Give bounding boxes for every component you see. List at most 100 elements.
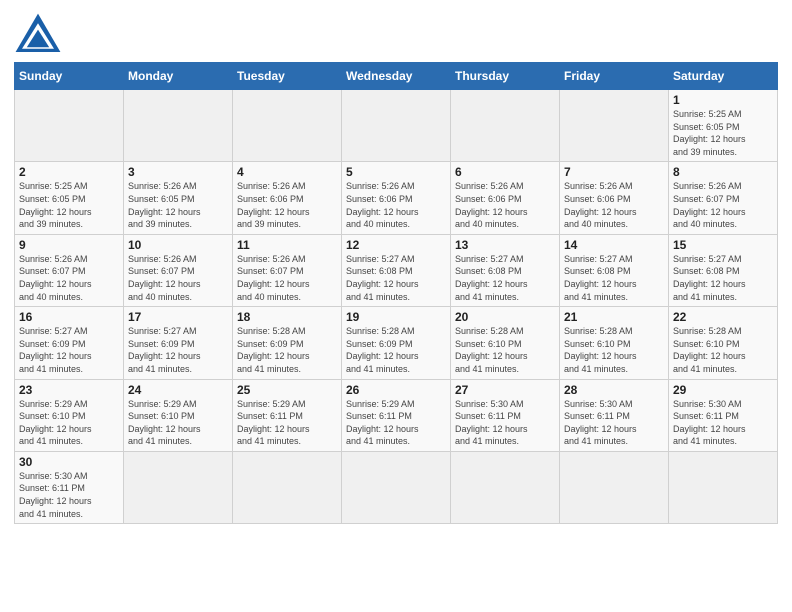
calendar-cell xyxy=(560,90,669,162)
day-info: Sunrise: 5:26 AM Sunset: 6:05 PM Dayligh… xyxy=(128,180,228,230)
day-number: 4 xyxy=(237,165,337,179)
day-info: Sunrise: 5:29 AM Sunset: 6:11 PM Dayligh… xyxy=(237,398,337,448)
day-number: 19 xyxy=(346,310,446,324)
day-info: Sunrise: 5:26 AM Sunset: 6:07 PM Dayligh… xyxy=(19,253,119,303)
week-row-1: 2Sunrise: 5:25 AM Sunset: 6:05 PM Daylig… xyxy=(15,162,778,234)
calendar-cell: 17Sunrise: 5:27 AM Sunset: 6:09 PM Dayli… xyxy=(124,307,233,379)
day-info: Sunrise: 5:27 AM Sunset: 6:08 PM Dayligh… xyxy=(346,253,446,303)
calendar-cell: 21Sunrise: 5:28 AM Sunset: 6:10 PM Dayli… xyxy=(560,307,669,379)
calendar-cell: 26Sunrise: 5:29 AM Sunset: 6:11 PM Dayli… xyxy=(342,379,451,451)
day-number: 6 xyxy=(455,165,555,179)
page: SundayMondayTuesdayWednesdayThursdayFrid… xyxy=(0,0,792,612)
day-number: 20 xyxy=(455,310,555,324)
calendar-cell xyxy=(342,90,451,162)
day-info: Sunrise: 5:26 AM Sunset: 6:06 PM Dayligh… xyxy=(237,180,337,230)
day-number: 5 xyxy=(346,165,446,179)
day-number: 27 xyxy=(455,383,555,397)
day-info: Sunrise: 5:28 AM Sunset: 6:09 PM Dayligh… xyxy=(237,325,337,375)
day-info: Sunrise: 5:25 AM Sunset: 6:05 PM Dayligh… xyxy=(673,108,773,158)
calendar-cell xyxy=(560,451,669,523)
calendar-cell: 12Sunrise: 5:27 AM Sunset: 6:08 PM Dayli… xyxy=(342,234,451,306)
calendar-cell xyxy=(15,90,124,162)
calendar-cell: 19Sunrise: 5:28 AM Sunset: 6:09 PM Dayli… xyxy=(342,307,451,379)
day-info: Sunrise: 5:27 AM Sunset: 6:09 PM Dayligh… xyxy=(128,325,228,375)
days-of-week-row: SundayMondayTuesdayWednesdayThursdayFrid… xyxy=(15,63,778,90)
day-info: Sunrise: 5:30 AM Sunset: 6:11 PM Dayligh… xyxy=(564,398,664,448)
day-number: 24 xyxy=(128,383,228,397)
day-info: Sunrise: 5:29 AM Sunset: 6:10 PM Dayligh… xyxy=(128,398,228,448)
day-header-thursday: Thursday xyxy=(451,63,560,90)
day-info: Sunrise: 5:25 AM Sunset: 6:05 PM Dayligh… xyxy=(19,180,119,230)
calendar-cell: 1Sunrise: 5:25 AM Sunset: 6:05 PM Daylig… xyxy=(669,90,778,162)
day-number: 1 xyxy=(673,93,773,107)
day-number: 3 xyxy=(128,165,228,179)
day-info: Sunrise: 5:30 AM Sunset: 6:11 PM Dayligh… xyxy=(673,398,773,448)
day-number: 23 xyxy=(19,383,119,397)
day-header-tuesday: Tuesday xyxy=(233,63,342,90)
day-info: Sunrise: 5:26 AM Sunset: 6:06 PM Dayligh… xyxy=(346,180,446,230)
day-info: Sunrise: 5:27 AM Sunset: 6:08 PM Dayligh… xyxy=(673,253,773,303)
day-info: Sunrise: 5:26 AM Sunset: 6:07 PM Dayligh… xyxy=(237,253,337,303)
calendar-cell: 9Sunrise: 5:26 AM Sunset: 6:07 PM Daylig… xyxy=(15,234,124,306)
calendar-cell: 8Sunrise: 5:26 AM Sunset: 6:07 PM Daylig… xyxy=(669,162,778,234)
calendar-cell xyxy=(451,451,560,523)
calendar-cell: 6Sunrise: 5:26 AM Sunset: 6:06 PM Daylig… xyxy=(451,162,560,234)
day-info: Sunrise: 5:28 AM Sunset: 6:10 PM Dayligh… xyxy=(455,325,555,375)
day-info: Sunrise: 5:27 AM Sunset: 6:08 PM Dayligh… xyxy=(564,253,664,303)
day-info: Sunrise: 5:29 AM Sunset: 6:11 PM Dayligh… xyxy=(346,398,446,448)
day-number: 2 xyxy=(19,165,119,179)
day-number: 22 xyxy=(673,310,773,324)
calendar-cell: 13Sunrise: 5:27 AM Sunset: 6:08 PM Dayli… xyxy=(451,234,560,306)
day-info: Sunrise: 5:30 AM Sunset: 6:11 PM Dayligh… xyxy=(455,398,555,448)
calendar-cell: 30Sunrise: 5:30 AM Sunset: 6:11 PM Dayli… xyxy=(15,451,124,523)
calendar-cell: 11Sunrise: 5:26 AM Sunset: 6:07 PM Dayli… xyxy=(233,234,342,306)
day-number: 10 xyxy=(128,238,228,252)
calendar-cell: 5Sunrise: 5:26 AM Sunset: 6:06 PM Daylig… xyxy=(342,162,451,234)
logo-icon xyxy=(14,10,62,58)
calendar-cell: 25Sunrise: 5:29 AM Sunset: 6:11 PM Dayli… xyxy=(233,379,342,451)
day-info: Sunrise: 5:28 AM Sunset: 6:10 PM Dayligh… xyxy=(673,325,773,375)
logo xyxy=(14,10,66,58)
day-info: Sunrise: 5:26 AM Sunset: 6:07 PM Dayligh… xyxy=(128,253,228,303)
calendar-cell xyxy=(342,451,451,523)
day-number: 8 xyxy=(673,165,773,179)
calendar-cell: 15Sunrise: 5:27 AM Sunset: 6:08 PM Dayli… xyxy=(669,234,778,306)
week-row-0: 1Sunrise: 5:25 AM Sunset: 6:05 PM Daylig… xyxy=(15,90,778,162)
week-row-4: 23 Sunrise: 5:29 AM Sunset: 6:10 PM Dayli… xyxy=(15,379,778,451)
day-header-sunday: Sunday xyxy=(15,63,124,90)
day-number: 17 xyxy=(128,310,228,324)
day-number: 30 xyxy=(19,455,119,469)
week-row-2: 9Sunrise: 5:26 AM Sunset: 6:07 PM Daylig… xyxy=(15,234,778,306)
calendar-body: 1Sunrise: 5:25 AM Sunset: 6:05 PM Daylig… xyxy=(15,90,778,524)
day-number: 15 xyxy=(673,238,773,252)
day-info: Sunrise: 5:30 AM Sunset: 6:11 PM Dayligh… xyxy=(19,470,119,520)
calendar-cell: 22Sunrise: 5:28 AM Sunset: 6:10 PM Dayli… xyxy=(669,307,778,379)
header xyxy=(14,10,778,58)
day-number: 13 xyxy=(455,238,555,252)
calendar-cell xyxy=(233,90,342,162)
calendar-header: SundayMondayTuesdayWednesdayThursdayFrid… xyxy=(15,63,778,90)
calendar-cell: 4Sunrise: 5:26 AM Sunset: 6:06 PM Daylig… xyxy=(233,162,342,234)
calendar-cell xyxy=(124,451,233,523)
calendar-cell: 14Sunrise: 5:27 AM Sunset: 6:08 PM Dayli… xyxy=(560,234,669,306)
calendar-cell: 20Sunrise: 5:28 AM Sunset: 6:10 PM Dayli… xyxy=(451,307,560,379)
calendar-cell: 10Sunrise: 5:26 AM Sunset: 6:07 PM Dayli… xyxy=(124,234,233,306)
day-info: Sunrise: 5:26 AM Sunset: 6:06 PM Dayligh… xyxy=(564,180,664,230)
day-number: 29 xyxy=(673,383,773,397)
day-info: Sunrise: 5:26 AM Sunset: 6:06 PM Dayligh… xyxy=(455,180,555,230)
week-row-3: 16Sunrise: 5:27 AM Sunset: 6:09 PM Dayli… xyxy=(15,307,778,379)
day-number: 26 xyxy=(346,383,446,397)
week-row-5: 30Sunrise: 5:30 AM Sunset: 6:11 PM Dayli… xyxy=(15,451,778,523)
day-number: 28 xyxy=(564,383,664,397)
calendar-cell: 16Sunrise: 5:27 AM Sunset: 6:09 PM Dayli… xyxy=(15,307,124,379)
calendar-cell: 2Sunrise: 5:25 AM Sunset: 6:05 PM Daylig… xyxy=(15,162,124,234)
calendar-cell: 7Sunrise: 5:26 AM Sunset: 6:06 PM Daylig… xyxy=(560,162,669,234)
calendar-cell: 18Sunrise: 5:28 AM Sunset: 6:09 PM Dayli… xyxy=(233,307,342,379)
day-info: Sunrise: 5:27 AM Sunset: 6:09 PM Dayligh… xyxy=(19,325,119,375)
day-header-wednesday: Wednesday xyxy=(342,63,451,90)
calendar-cell: 24Sunrise: 5:29 AM Sunset: 6:10 PM Dayli… xyxy=(124,379,233,451)
calendar-cell xyxy=(451,90,560,162)
day-info: Sunrise: 5:27 AM Sunset: 6:08 PM Dayligh… xyxy=(455,253,555,303)
day-header-saturday: Saturday xyxy=(669,63,778,90)
day-number: 18 xyxy=(237,310,337,324)
